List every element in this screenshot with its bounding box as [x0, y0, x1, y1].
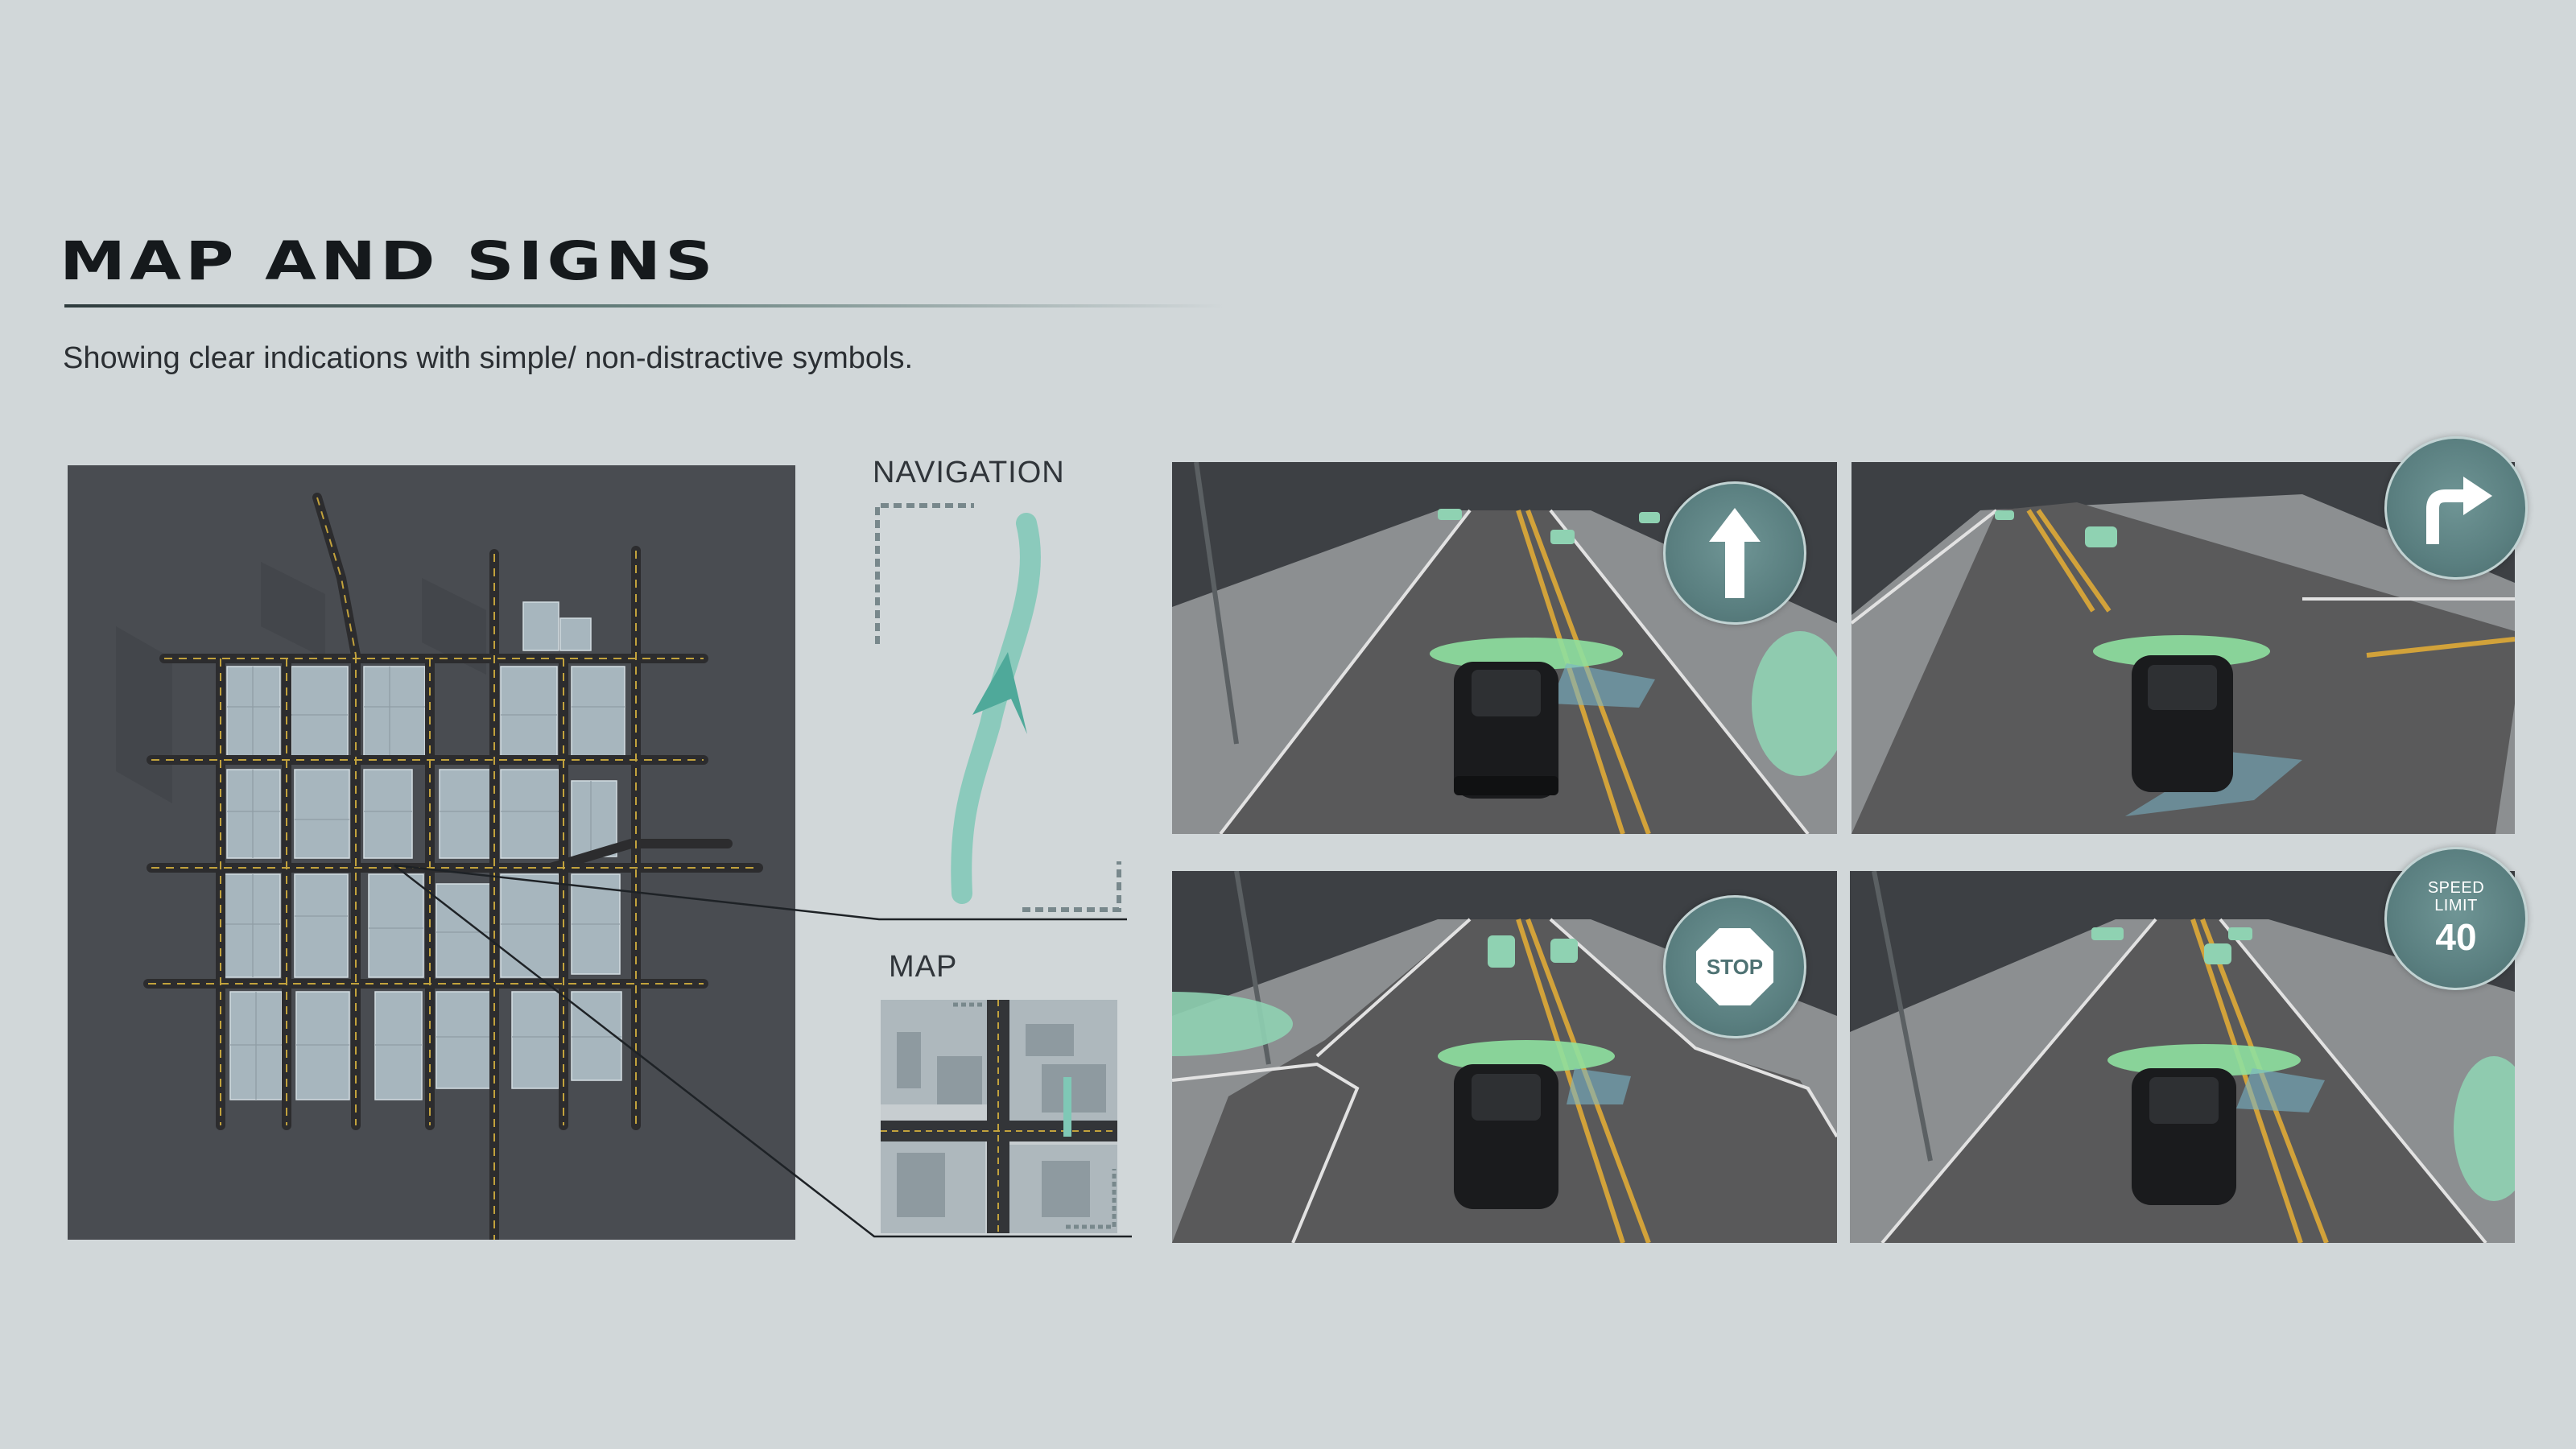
city-map-illustration [116, 493, 763, 1240]
page-subtitle: Showing clear indications with simple/ n… [63, 341, 914, 375]
mini-map [881, 1000, 1117, 1233]
stop-octagon-icon: STOP [1696, 928, 1773, 1005]
mini-map-illustration [881, 1000, 1117, 1233]
right-turn-arrow-icon [2426, 477, 2492, 544]
stop-text: STOP [1706, 954, 1764, 979]
speed-limit-value: 40 [2435, 916, 2477, 958]
straight-sign [1663, 481, 1806, 625]
navigation-label: NAVIGATION [873, 456, 1065, 489]
speed-limit-sign: SPEED LIMIT 40 [2384, 847, 2528, 990]
navigation-route-graphic [875, 503, 1121, 912]
map-label: MAP [889, 950, 958, 984]
title-underline [64, 304, 1224, 308]
city-map [68, 465, 795, 1240]
stop-sign: STOP [1663, 895, 1806, 1038]
straight-arrow-icon [1709, 508, 1761, 598]
page-title: MAP AND SIGNS [60, 230, 717, 292]
right-turn-sign [2384, 436, 2528, 580]
speed-limit-label: SPEED LIMIT [2427, 879, 2485, 914]
